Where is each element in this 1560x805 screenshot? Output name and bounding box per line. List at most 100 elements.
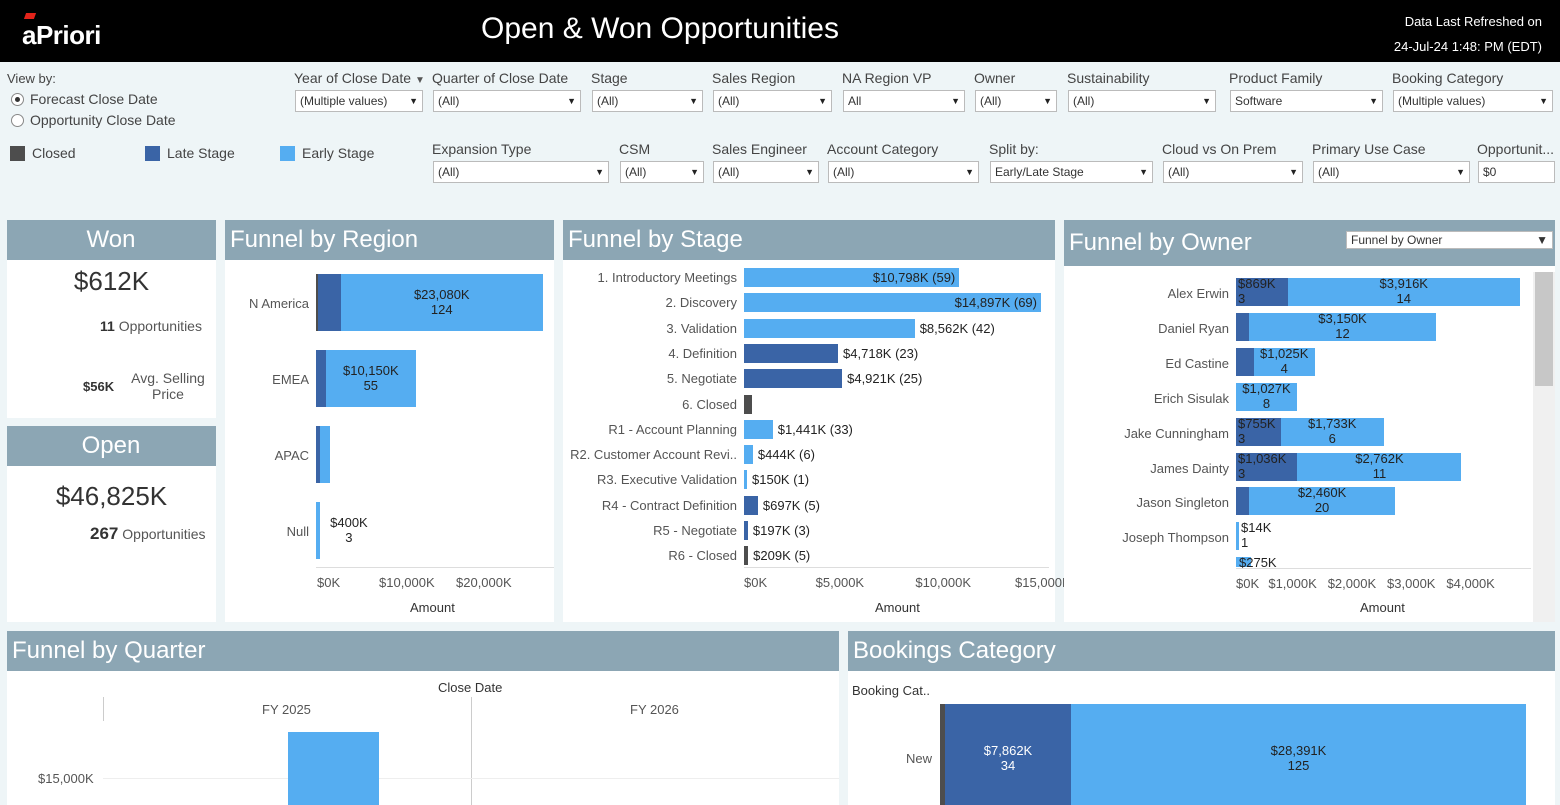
owner-tick: $1,000K [1268, 576, 1317, 591]
owner-scrollbar[interactable] [1533, 272, 1555, 622]
radio-selected-icon[interactable] [11, 92, 24, 106]
owner-early-count: 1 [1241, 535, 1249, 551]
legend-early-stage[interactable]: Early Stage [280, 145, 374, 161]
region-amount: $23,080K [413, 287, 470, 302]
asp-label-line2: Price [152, 386, 184, 402]
stage-bar-late[interactable] [744, 495, 758, 515]
owner-late-label: $755K 3 [1238, 416, 1276, 446]
chevron-down-icon: ▼ [1043, 96, 1052, 106]
chevron-down-icon: ▼ [965, 167, 974, 177]
bookings-early-label: $28,391K 125 [1071, 743, 1526, 773]
region-bar-early[interactable] [316, 502, 320, 559]
filter-select-split-by[interactable]: Early/Late Stage ▼ [990, 161, 1153, 183]
owner-early-label: $2,762K 11 [1297, 451, 1461, 481]
stage-bar-late[interactable] [744, 521, 748, 540]
filter-label-sustainability: Sustainability [1067, 70, 1150, 86]
owner-early-label: $1,025K 4 [1254, 346, 1315, 376]
sort-desc-icon[interactable]: ▼ [415, 75, 425, 86]
stage-data-label: $8,562K (42) [919, 320, 995, 336]
owner-bar-late[interactable] [1236, 347, 1254, 376]
chevron-down-icon: ▼ [409, 96, 418, 106]
owner-late-label: $1,036K 3 [1238, 451, 1286, 481]
bookings-late-label: $7,862K 34 [945, 743, 1071, 773]
stage-label-r4-contract-definition: R4 - Contract Definition [601, 497, 737, 513]
stage-chart: 1. Introductory Meetings $10,798K (59) 2. … [563, 260, 1071, 622]
owner-label-ed-castine: Ed Castine [1165, 355, 1229, 371]
owner-scroll-thumb[interactable] [1535, 272, 1553, 386]
stage-bar-early[interactable] [744, 318, 915, 338]
filter-label-opportunit: Opportunit... [1477, 141, 1555, 157]
filter-select-quarter-of-close-date[interactable]: (All) ▼ [433, 90, 581, 112]
bookings-early-amount: $28,391K [1270, 743, 1327, 758]
owner-early-amount: $3,916K [1379, 276, 1428, 291]
owner-late-count: 3 [1238, 465, 1246, 481]
filter-select-cloud-vs-on-prem[interactable]: (All) ▼ [1163, 161, 1303, 183]
chevron-down-icon: ▼ [1289, 167, 1298, 177]
filter-select-owner[interactable]: (All) ▼ [975, 90, 1057, 112]
filter-value: (All) [625, 165, 647, 179]
owner-early-count: 14 [1396, 291, 1411, 306]
stage-bar-early[interactable] [744, 419, 773, 439]
bookings-early-count: 125 [1287, 758, 1310, 773]
filter-select-opportunit[interactable]: $0 [1478, 161, 1555, 183]
stage-bar-closed[interactable] [744, 394, 752, 414]
filter-value: (All) [980, 94, 1002, 108]
owner-early-count: 6 [1328, 430, 1336, 446]
stage-bar-closed[interactable] [744, 546, 749, 566]
stage-data-label: $150K (1) [752, 472, 810, 488]
region-bar-late[interactable] [316, 350, 326, 407]
owner-bar-late[interactable] [1236, 487, 1250, 516]
stage-bar-early[interactable] [744, 445, 753, 465]
owner-early-label: $3,916K 14 [1288, 276, 1520, 306]
radio-forecast-close-date[interactable]: Forecast Close Date [11, 91, 158, 107]
owner-view-select[interactable]: Funnel by Owner ▼ [1346, 231, 1553, 249]
region-label-apac: APAC [274, 448, 309, 463]
stage-panel-title: Funnel by Stage [563, 220, 1055, 260]
owner-bar-early[interactable] [1236, 522, 1239, 551]
region-data-label: $10,150K 55 [326, 363, 416, 393]
filter-select-sales-region[interactable]: (All) ▼ [713, 90, 832, 112]
legend-closed[interactable]: Closed [10, 145, 76, 161]
filter-value: (All) [597, 94, 619, 108]
stage-bar-early[interactable] [744, 470, 747, 490]
filter-select-account-category[interactable]: (All) ▼ [828, 161, 979, 183]
region-data-label: $23,080K 124 [341, 287, 543, 317]
chevron-down-icon: ▼ [567, 96, 576, 106]
quarter-bar[interactable] [288, 732, 379, 805]
owner-early-count: 11 [1372, 465, 1387, 481]
filter-select-year-of-close-date[interactable]: (Multiple values) ▼ [295, 90, 423, 112]
region-bar-early[interactable] [320, 426, 330, 483]
region-bar-late[interactable] [318, 274, 341, 331]
stage-bar-late[interactable] [744, 369, 843, 389]
filter-select-product-family[interactable]: Software ▼ [1230, 90, 1383, 112]
stage-label-6-closed: 6. Closed [682, 396, 737, 412]
filter-select-expansion-type[interactable]: (All) ▼ [433, 161, 609, 183]
owner-early-amount: $1,025K [1259, 345, 1309, 361]
legend-late-stage[interactable]: Late Stage [145, 145, 235, 161]
radio-unselected-icon[interactable] [11, 113, 24, 127]
stage-bar-late[interactable] [744, 343, 839, 363]
stage-label-r1-account-planning: R1 - Account Planning [608, 421, 737, 437]
open-amount: $46,825K [55, 481, 168, 511]
filter-label-expansion-type: Expansion Type [432, 141, 532, 157]
chevron-down-icon: ▼ [690, 167, 699, 177]
owner-label-erich-sisulak: Erich Sisulak [1153, 390, 1229, 406]
filter-select-csm[interactable]: (All) ▼ [620, 161, 704, 183]
filter-select-booking-category[interactable]: (Multiple values) ▼ [1393, 90, 1553, 112]
filter-select-na-region-vp[interactable]: All ▼ [843, 90, 965, 112]
filter-select-stage[interactable]: (All) ▼ [592, 90, 703, 112]
filter-label-owner: Owner [974, 70, 1016, 86]
filter-select-primary-use-case[interactable]: (All) ▼ [1313, 161, 1470, 183]
bookings-late-count: 34 [1000, 758, 1016, 773]
bookings-panel: Bookings Category Booking Cat.. New $7,8… [848, 631, 1555, 805]
owner-bar-late[interactable] [1236, 312, 1250, 341]
quarter-header: Close Date [438, 680, 503, 695]
open-count-row: 267 Opportunities [90, 524, 206, 544]
owner-label-jason-singleton: Jason Singleton [1136, 495, 1229, 511]
chevron-down-icon: ▼ [1539, 96, 1548, 106]
filter-select-sales-engineer[interactable]: (All) ▼ [713, 161, 819, 183]
region-amount: $10,150K [342, 363, 399, 378]
filter-select-sustainability[interactable]: (All) ▼ [1068, 90, 1216, 112]
radio-opportunity-close-date[interactable]: Opportunity Close Date [11, 112, 176, 128]
region-tick: $10,000K [379, 575, 435, 590]
